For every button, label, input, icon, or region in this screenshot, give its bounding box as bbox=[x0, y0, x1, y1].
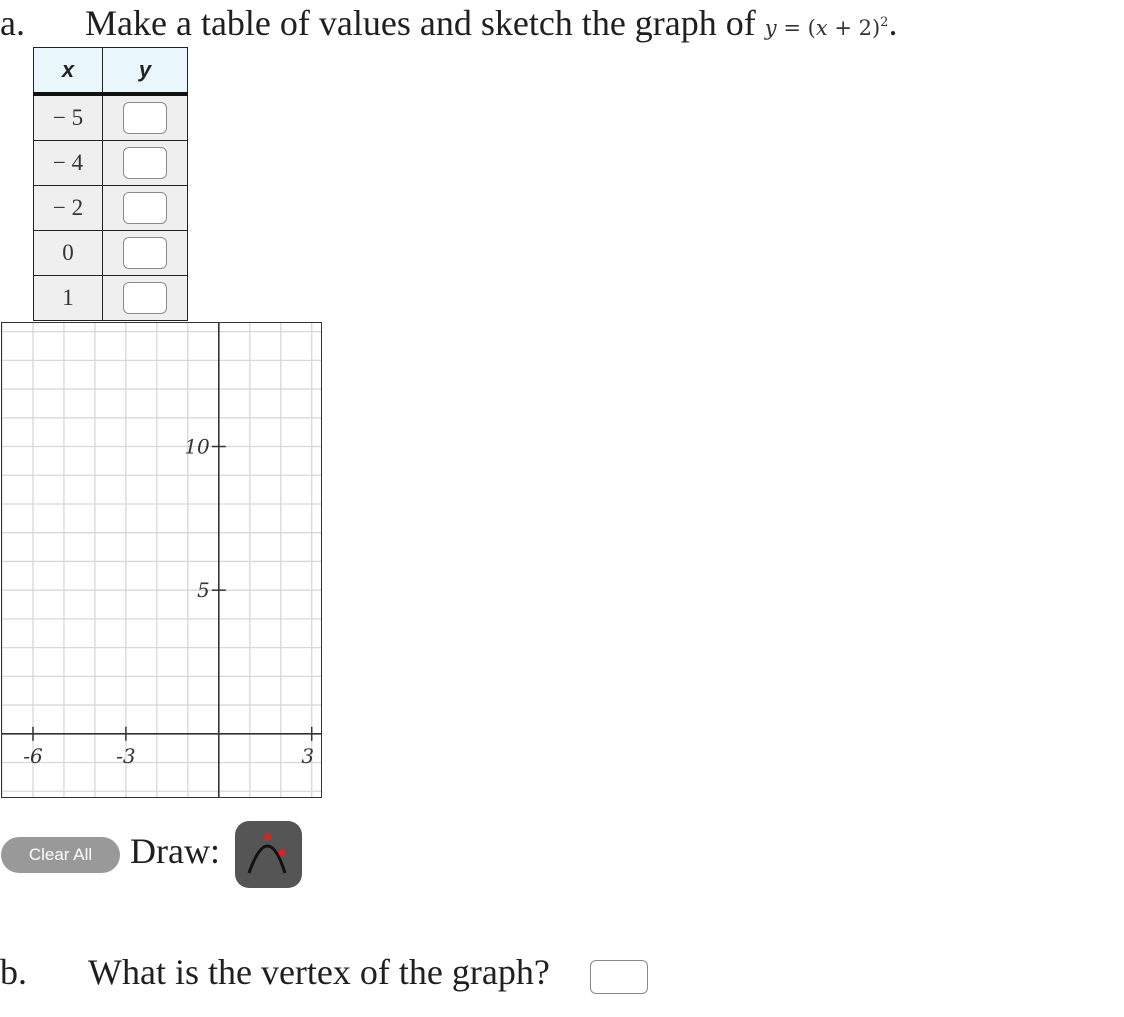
y-cell bbox=[102, 185, 188, 231]
table-row: − 2 bbox=[33, 185, 188, 231]
header-y: y bbox=[102, 47, 188, 95]
y-cell bbox=[102, 140, 188, 186]
table-row: 1 bbox=[33, 275, 188, 321]
part-b-label: b. bbox=[0, 952, 27, 992]
y-input[interactable] bbox=[123, 192, 167, 224]
draw-label: Draw: bbox=[130, 831, 220, 871]
x-cell: 1 bbox=[33, 275, 103, 321]
part-b-prompt: What is the vertex of the graph? bbox=[88, 952, 550, 992]
parabola-tool-button[interactable] bbox=[235, 821, 302, 888]
x-cell: − 2 bbox=[33, 185, 103, 231]
part-a-label: a. bbox=[0, 3, 25, 43]
axes bbox=[2, 323, 321, 797]
grid-lines bbox=[2, 323, 321, 797]
x-tick-label: -6 bbox=[23, 744, 43, 768]
table-row: − 4 bbox=[33, 140, 188, 186]
x-cell: − 5 bbox=[33, 93, 103, 141]
part-a-prompt: Make a table of values and sketch the gr… bbox=[85, 3, 898, 43]
y-input[interactable] bbox=[123, 147, 167, 179]
clear-all-button[interactable]: Clear All bbox=[1, 837, 120, 873]
vertex-input[interactable] bbox=[590, 960, 648, 994]
values-table: x y − 5 − 4 − 2 0 1 bbox=[33, 47, 188, 321]
y-input[interactable] bbox=[123, 237, 167, 269]
x-tick-label: 3 bbox=[301, 744, 314, 768]
graph-canvas[interactable]: -6 -3 3 5 10 bbox=[1, 322, 322, 798]
x-cell: 0 bbox=[33, 230, 103, 276]
header-x: x bbox=[33, 47, 103, 95]
table-row: 0 bbox=[33, 230, 188, 276]
y-input[interactable] bbox=[123, 282, 167, 314]
x-tick-label: -3 bbox=[116, 744, 135, 768]
x-cell: − 4 bbox=[33, 140, 103, 186]
y-cell bbox=[102, 275, 188, 321]
part-a-prompt-text: Make a table of values and sketch the gr… bbox=[85, 3, 756, 43]
y-input[interactable] bbox=[123, 102, 167, 134]
tick-labels: -6 -3 3 5 10 bbox=[23, 435, 314, 768]
equation: y = (x + 2)2 bbox=[764, 15, 889, 40]
table-row: − 5 bbox=[33, 93, 188, 141]
y-tick-label: 5 bbox=[197, 578, 210, 602]
y-tick-label: 10 bbox=[184, 435, 210, 459]
parabola-tool-icon bbox=[247, 833, 287, 874]
y-cell bbox=[102, 230, 188, 276]
y-cell bbox=[102, 93, 188, 141]
